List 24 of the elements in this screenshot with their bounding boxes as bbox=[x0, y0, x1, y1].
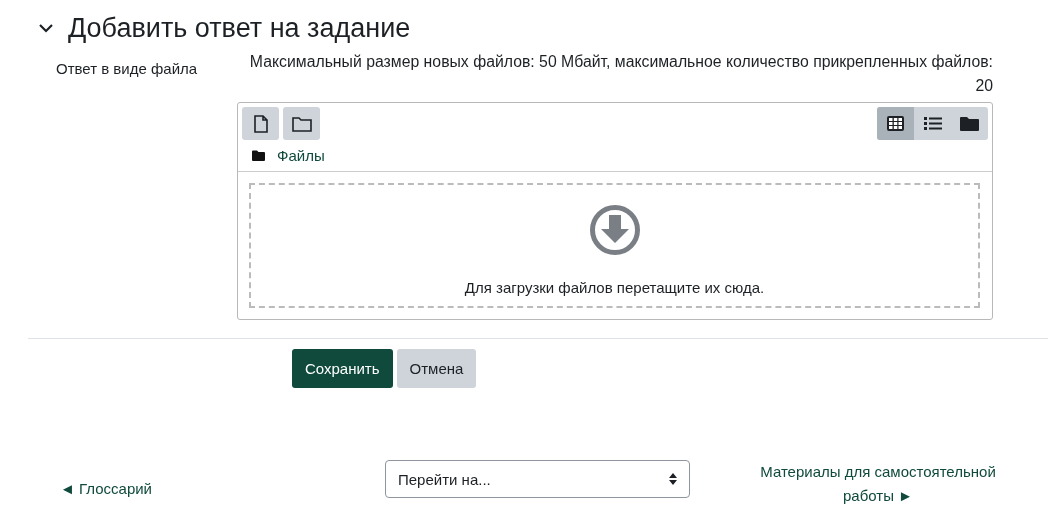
grid-icon bbox=[887, 116, 904, 131]
grid-view-button[interactable] bbox=[877, 107, 914, 140]
drop-zone[interactable]: Для загрузки файлов перетащите их сюда. bbox=[249, 183, 980, 308]
create-folder-button[interactable] bbox=[283, 107, 320, 140]
jump-select[interactable]: Перейти на... bbox=[385, 460, 690, 498]
list-icon bbox=[923, 116, 942, 131]
drop-zone-text: Для загрузки файлов перетащите их сюда. bbox=[464, 279, 765, 296]
folder-icon bbox=[291, 115, 312, 132]
chevron-icon[interactable] bbox=[38, 22, 54, 34]
section-title: Добавить ответ на задание bbox=[68, 12, 411, 44]
field-label: Ответ в виде файла bbox=[56, 60, 198, 77]
add-file-button[interactable] bbox=[242, 107, 279, 140]
save-button[interactable]: Сохранить bbox=[292, 349, 393, 388]
file-icon bbox=[253, 114, 268, 133]
file-limits-text: Максимальный размер новых файлов: 50 Мбайт, максимальное количество прикрепленных файлов: 20 bbox=[248, 52, 993, 96]
path-link[interactable]: Файлы bbox=[277, 147, 325, 164]
folder-icon bbox=[960, 115, 979, 132]
previous-link[interactable]: ◄ Глоссарий bbox=[60, 480, 385, 497]
folder-icon bbox=[252, 150, 265, 161]
next-link[interactable]: Материалы для самостоятельной работы ► bbox=[748, 460, 1008, 508]
sort-caret-icon bbox=[669, 473, 677, 485]
download-icon bbox=[589, 205, 640, 255]
cancel-button[interactable]: Отмена bbox=[396, 349, 477, 388]
select-placeholder: Перейти на... bbox=[398, 470, 491, 488]
